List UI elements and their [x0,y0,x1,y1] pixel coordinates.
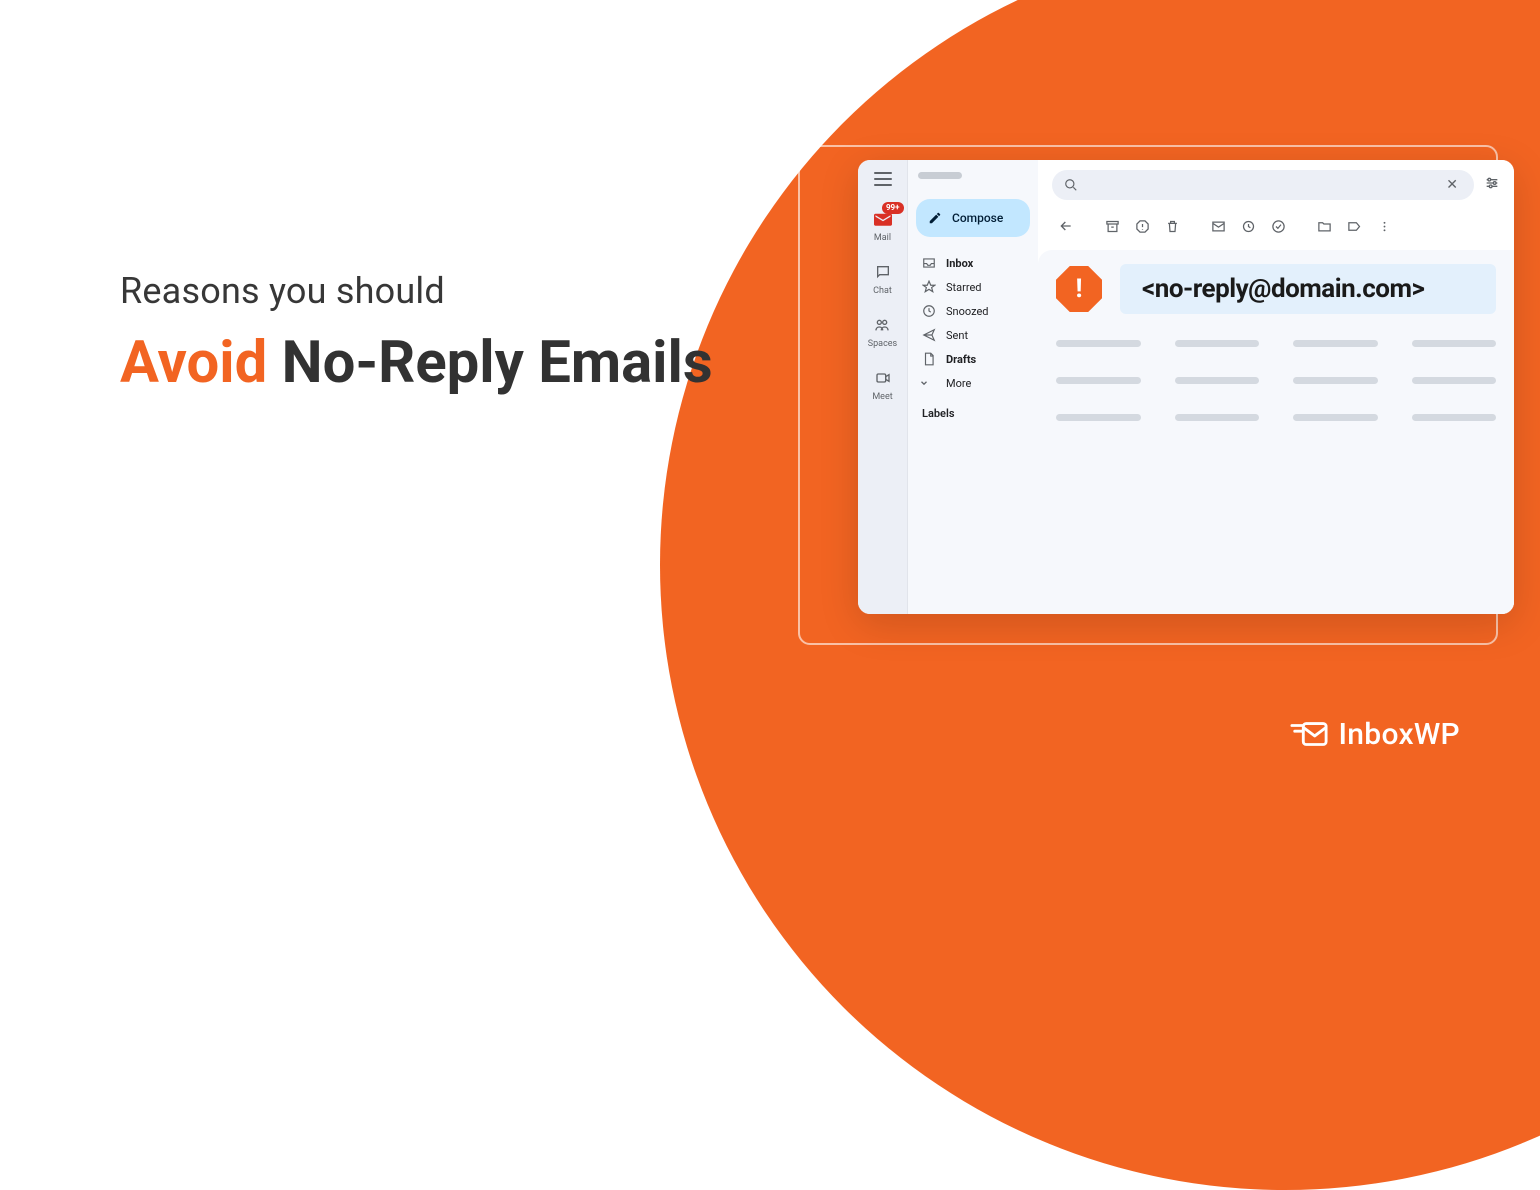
skeleton-line [1056,414,1496,421]
skeleton-segment [1175,414,1260,421]
skeleton-segment [1056,414,1141,421]
search-input[interactable] [1086,178,1442,192]
sidebar: Compose Inbox Starred Snoozed Sent Draft… [908,160,1038,614]
skeleton-segment [1412,377,1497,384]
search-box[interactable]: ✕ [1052,170,1474,200]
sender-row: <no-reply@domain.com> [1056,264,1496,314]
skeleton-segment [1412,414,1497,421]
app-rail-label: Chat [873,286,892,296]
inboxwp-icon [1290,719,1328,751]
search-icon [1064,178,1078,192]
search-row: ✕ [1038,160,1514,208]
clock-icon [922,304,936,318]
app-rail-chat[interactable]: Chat [872,261,894,296]
back-icon[interactable] [1052,212,1080,240]
nav-label: More [946,377,971,390]
skeleton-segment [1293,414,1378,421]
archive-icon[interactable] [1098,212,1126,240]
more-icon[interactable] [1370,212,1398,240]
compose-label: Compose [952,211,1003,225]
tune-icon[interactable] [1484,175,1500,195]
pencil-icon [928,211,942,225]
nav-label: Drafts [946,353,976,366]
app-rail-label: Spaces [868,339,897,349]
skeleton-segment [1293,340,1378,347]
skeleton-line [1056,377,1496,384]
star-icon [922,280,936,294]
nav-drafts[interactable]: Drafts [916,347,1030,371]
move-to-icon[interactable] [1310,212,1338,240]
inbox-icon [922,256,936,270]
headline-rest: No-Reply Emails [267,329,712,397]
mail-window: 99+ Mail Chat Spaces Meet Compos [858,160,1514,614]
skeleton-line [1056,340,1496,347]
app-rail-label: Mail [874,233,891,243]
file-icon [922,352,936,366]
skeleton-segment [1056,340,1141,347]
brand-logo: InboxWP [1290,717,1460,752]
skeleton-segment [1056,377,1141,384]
warning-stop-icon [1056,266,1102,312]
add-task-icon[interactable] [1264,212,1292,240]
nav-list: Inbox Starred Snoozed Sent Drafts [916,251,1030,395]
skeleton-segment [1412,340,1497,347]
toolbar [1038,208,1514,250]
menu-icon[interactable] [874,172,892,186]
app-rail-meet[interactable]: Meet [872,367,894,402]
send-icon [922,328,936,342]
nav-label: Starred [946,281,982,294]
message-content: <no-reply@domain.com> [1038,250,1514,614]
compose-button[interactable]: Compose [916,199,1030,237]
headline: Reasons you should Avoid No-Reply Emails [120,270,713,396]
nav-more[interactable]: More [916,371,1030,395]
app-rail-spaces[interactable]: Spaces [868,314,897,349]
nav-label: Inbox [946,257,973,270]
mail-icon: 99+ [872,208,894,230]
skeleton-segment [1175,377,1260,384]
app-rail-mail[interactable]: 99+ Mail [872,208,894,243]
chevron-down-icon [922,378,936,388]
headline-accent: Avoid [120,329,267,397]
spaces-icon [871,314,893,336]
chat-icon [872,261,894,283]
nav-sent[interactable]: Sent [916,323,1030,347]
headline-line1: Reasons you should [120,270,713,312]
meet-icon [872,367,894,389]
snooze-icon[interactable] [1234,212,1262,240]
nav-label: Sent [946,329,968,342]
skeleton-segment [1175,340,1260,347]
main-panel: ✕ <no-reply@domain.com> [1038,160,1514,614]
nav-starred[interactable]: Starred [916,275,1030,299]
clear-search-icon[interactable]: ✕ [1442,177,1462,193]
sidebar-logo-placeholder [918,172,962,179]
delete-icon[interactable] [1158,212,1186,240]
unread-badge: 99+ [882,202,904,214]
nav-label: Snoozed [946,305,988,318]
brand-name: InboxWP [1338,717,1460,752]
mark-unread-icon[interactable] [1204,212,1232,240]
nav-inbox[interactable]: Inbox [916,251,1030,275]
headline-line2: Avoid No-Reply Emails [120,332,713,396]
sender-address: <no-reply@domain.com> [1120,264,1496,314]
app-rail: 99+ Mail Chat Spaces Meet [858,160,908,614]
labels-heading: Labels [916,395,1030,420]
nav-snoozed[interactable]: Snoozed [916,299,1030,323]
skeleton-segment [1293,377,1378,384]
spam-icon[interactable] [1128,212,1156,240]
app-rail-label: Meet [872,392,892,402]
label-icon[interactable] [1340,212,1368,240]
